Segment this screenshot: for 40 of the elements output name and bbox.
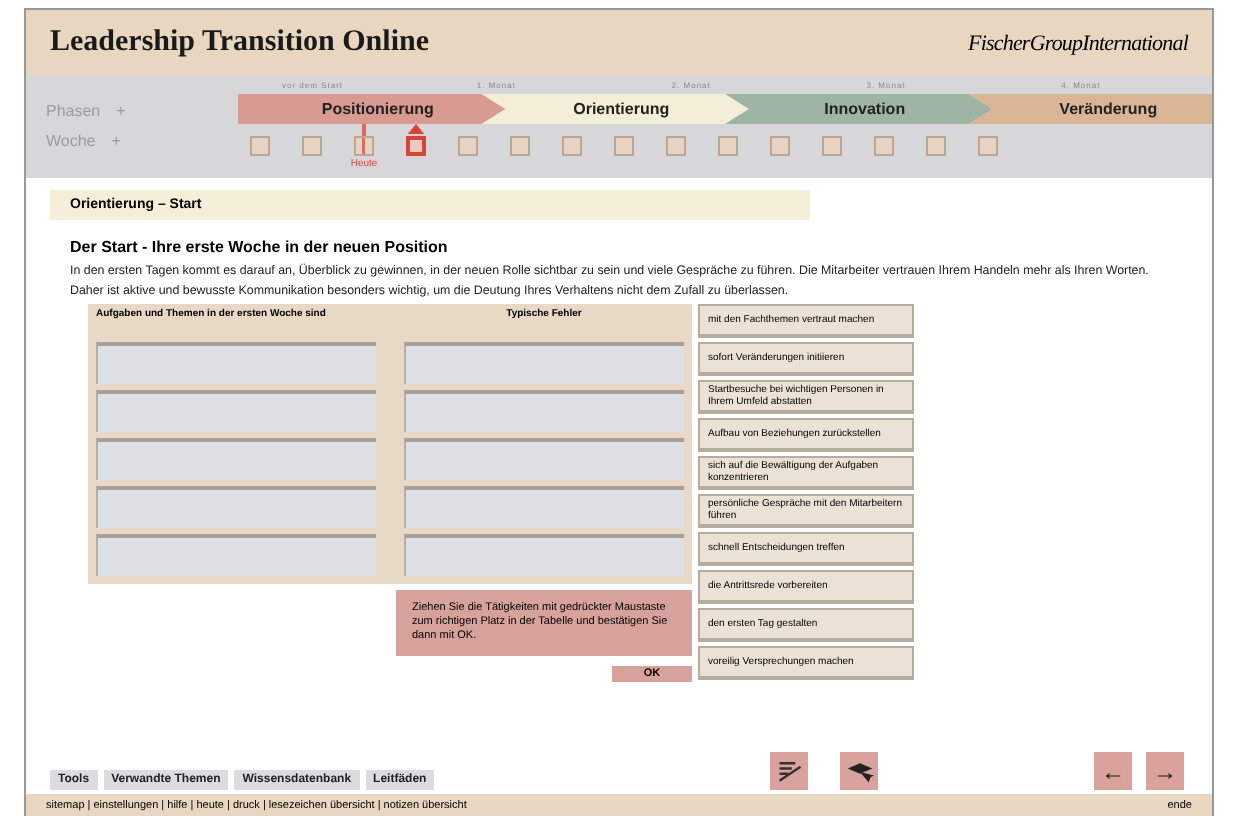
week-box[interactable]	[614, 136, 634, 156]
phase-tab[interactable]: Orientierung	[481, 94, 749, 124]
cap-cursor-icon	[845, 757, 873, 785]
forward-button[interactable]: →	[1146, 752, 1184, 790]
logo-text: FischerGroupInternational	[968, 31, 1188, 55]
week-box[interactable]	[978, 136, 998, 156]
week-box[interactable]	[458, 136, 478, 156]
drop-slot[interactable]	[96, 534, 376, 576]
drop-slot[interactable]	[404, 342, 684, 384]
drop-slot[interactable]	[96, 486, 376, 528]
week-box[interactable]	[250, 136, 270, 156]
app-title: Leadership Transition Online	[50, 26, 429, 60]
pen-paper-icon	[775, 757, 803, 785]
weeks-label: Woche	[46, 132, 96, 150]
help-button[interactable]	[840, 752, 878, 790]
week-box[interactable]	[302, 136, 322, 156]
notes-button[interactable]	[770, 752, 808, 790]
drop-slot[interactable]	[404, 438, 684, 480]
week-box[interactable]	[666, 136, 686, 156]
drop-slot[interactable]	[96, 390, 376, 432]
week-box[interactable]	[510, 136, 530, 156]
week-box[interactable]	[770, 136, 790, 156]
page-heading: Der Start - Ihre erste Woche in der neuen Position	[70, 238, 450, 256]
week-box[interactable]	[354, 136, 374, 156]
phase-tab[interactable]: Veränderung	[968, 94, 1212, 124]
drop-slot[interactable]	[96, 438, 376, 480]
drop-slot[interactable]	[404, 534, 684, 576]
drop-slot[interactable]	[96, 342, 376, 384]
phase-tab[interactable]: Positionierung	[238, 94, 506, 124]
week-box[interactable]	[718, 136, 738, 156]
week-box[interactable]	[822, 136, 842, 156]
drop-slot[interactable]	[404, 486, 684, 528]
week-box[interactable]	[874, 136, 894, 156]
back-button[interactable]: ←	[1094, 752, 1132, 790]
week-box[interactable]	[562, 136, 582, 156]
phases-label: Phasen	[46, 102, 101, 120]
phase-tab[interactable]: Innovation	[725, 94, 993, 124]
drop-slot[interactable]	[404, 390, 684, 432]
week-box[interactable]	[926, 136, 946, 156]
week-box[interactable]	[406, 136, 426, 156]
